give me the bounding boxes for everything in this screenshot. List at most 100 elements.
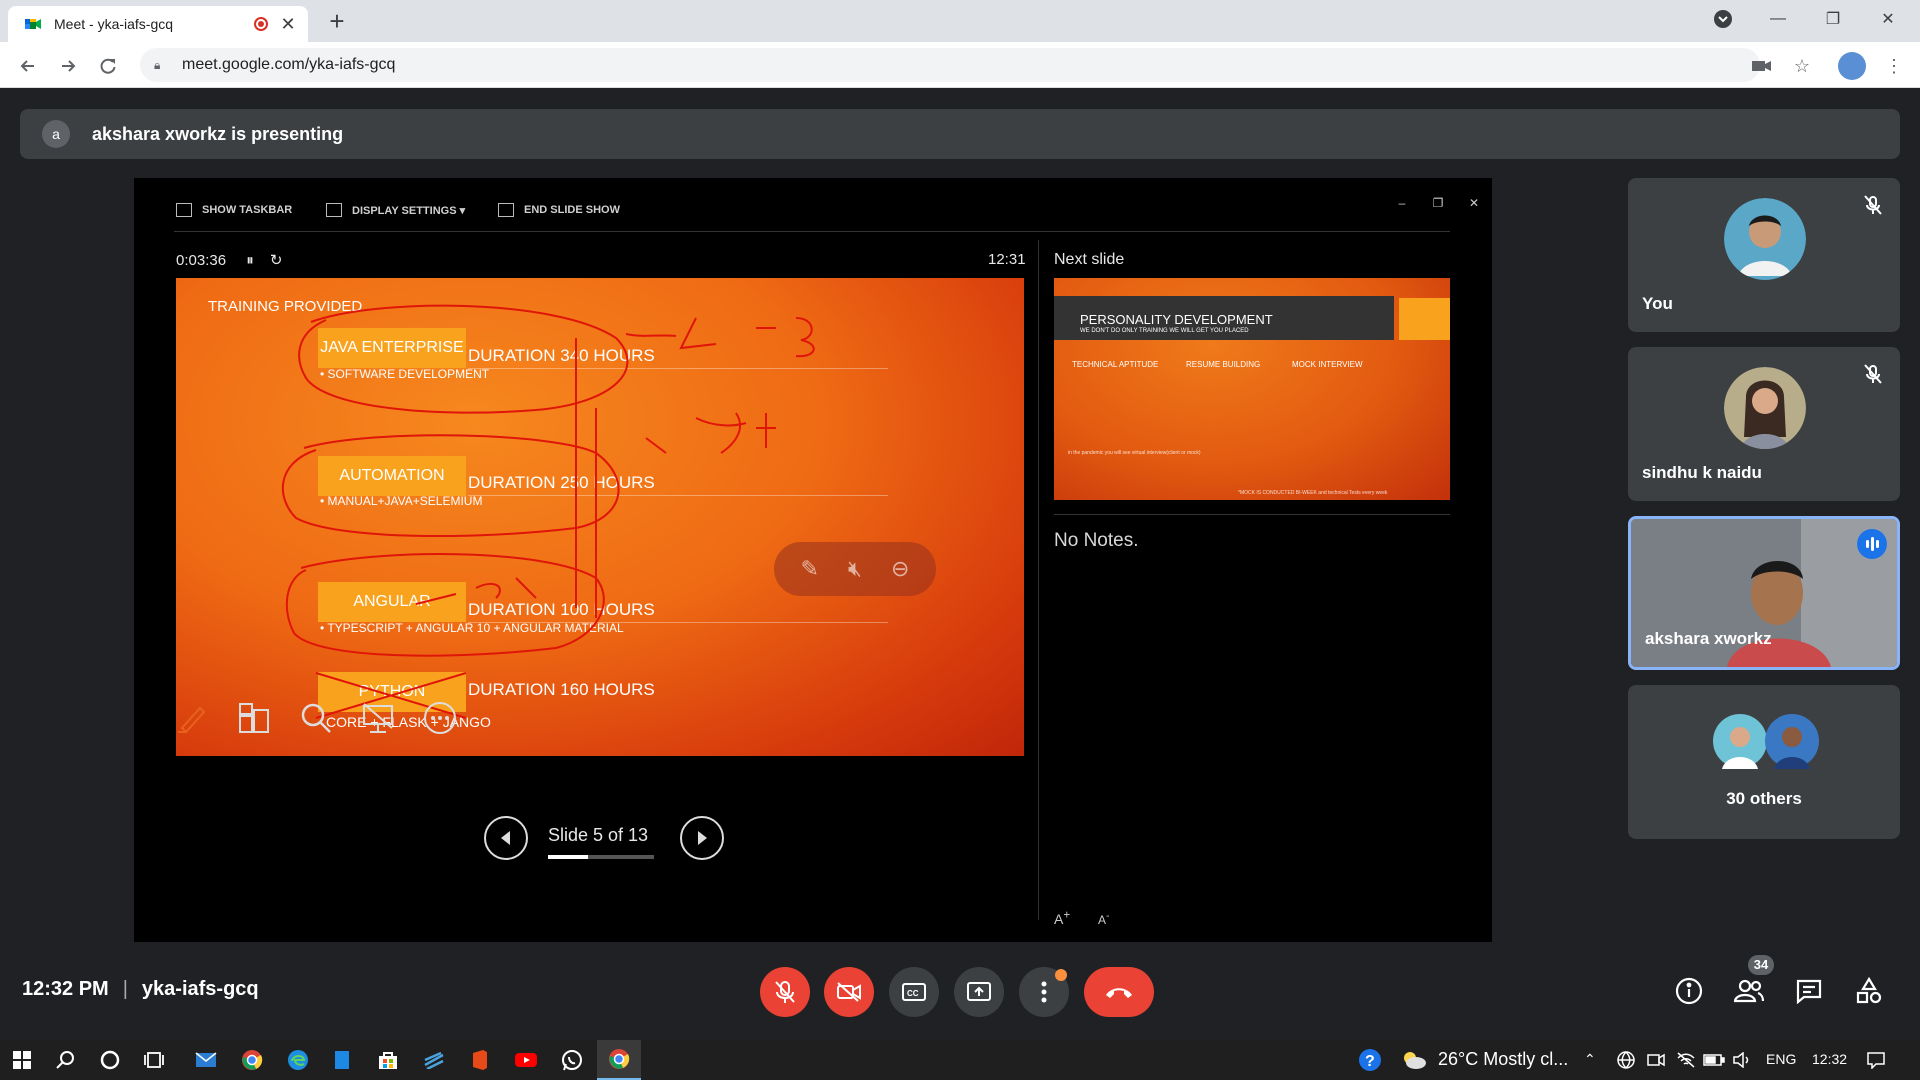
weather-icon[interactable] [1392,1040,1436,1080]
pen-off-icon[interactable]: ✎ [801,556,819,582]
browser-tab-strip: Meet - yka-iafs-gcq ✕ + — ❐ ✕ [0,0,1920,42]
volume-icon[interactable] [1720,1040,1764,1080]
next-slide-preview[interactable]: PERSONALITY DEVELOPMENT WE DON'T DO ONLY… [1054,278,1450,500]
tab-search-button[interactable] [1700,4,1746,34]
meeting-code: yka-iafs-gcq [141,978,259,1000]
bookmark-star-icon[interactable]: ☆ [1786,50,1818,82]
slide-progress-bar [548,855,654,859]
see-all-slides-icon[interactable] [234,698,274,738]
people-icon [1734,979,1764,1003]
microphone-toggle-button[interactable] [760,967,810,1017]
activities-button[interactable] [1849,971,1889,1011]
close-window-button[interactable]: ✕ [1865,4,1911,34]
info-icon [1675,977,1703,1005]
mic-off-icon [775,981,795,1003]
help-icon[interactable]: ? [1348,1040,1392,1080]
restart-timer-icon[interactable]: ↻ [270,252,283,269]
presenter-minimize-button[interactable]: – [1392,196,1412,210]
windows-start-icon[interactable] [0,1040,44,1080]
present-now-button[interactable] [954,967,1004,1017]
profile-avatar[interactable] [1836,50,1868,82]
participants-button[interactable] [1729,971,1769,1011]
search-icon[interactable] [44,1040,88,1080]
mail-icon[interactable] [184,1040,228,1080]
meeting-info-button[interactable] [1669,971,1709,1011]
participant-count-badge: 34 [1748,955,1774,975]
chrome-menu-icon[interactable]: ⋮ [1878,50,1910,82]
pen-annotations [282,304,815,719]
previous-slide-button[interactable] [484,816,528,860]
weather-text[interactable]: 26°C Mostly cl... [1438,1049,1568,1070]
language-indicator[interactable]: ENG [1766,1051,1796,1067]
camera-toggle-button[interactable] [824,967,874,1017]
back-button[interactable] [12,50,44,82]
participant-name: akshara xworkz [1645,629,1772,648]
leave-call-button[interactable] [1084,967,1154,1017]
increase-font-icon[interactable]: A+ [1054,908,1070,927]
next-slide-col3: MOCK INTERVIEW [1292,360,1363,369]
task-view-icon[interactable] [132,1040,176,1080]
forward-button[interactable] [52,50,84,82]
youtube-icon[interactable] [504,1040,548,1080]
notifications-icon[interactable] [1854,1040,1898,1080]
shapes-icon [1856,977,1882,1004]
more-options-icon[interactable] [420,698,460,738]
recording-indicator-icon [254,17,268,31]
edge-icon[interactable] [276,1040,320,1080]
store-icon[interactable] [366,1040,410,1080]
mute-audio-icon[interactable]: 🔇︎ [848,556,862,582]
whatsapp-icon[interactable] [550,1040,594,1080]
chrome-icon[interactable] [230,1040,274,1080]
restore-window-button[interactable]: ❐ [1810,4,1856,34]
camera-in-use-icon[interactable] [1746,50,1778,82]
meeting-details: 12:32 PM | yka-iafs-gcq [22,978,259,1001]
next-slide-footer: *MOCK IS CONDUCTED BI-WEEK and technical… [1238,490,1388,496]
participant-tile-akshara[interactable]: akshara xworkz [1628,516,1900,670]
avatar [1724,198,1806,280]
address-bar[interactable]: 🔒︎ meet.google.com/yka-iafs-gcq [140,48,1760,82]
reload-button[interactable] [92,50,124,82]
black-screen-icon[interactable] [358,698,398,738]
pause-icon[interactable]: ⏸︎ [246,252,254,269]
muted-mic-icon [1860,192,1886,218]
next-slide-label: Next slide [1054,251,1125,268]
show-hidden-icons-icon[interactable]: ⌃ [1584,1051,1596,1068]
cortana-icon[interactable] [88,1040,132,1080]
decrease-font-icon[interactable]: A- [1098,911,1109,927]
next-slide-button[interactable] [680,816,724,860]
minimize-window-button[interactable]: — [1755,4,1801,34]
presenter-restore-button[interactable]: ❐ [1428,196,1448,210]
taskbar-clock[interactable]: 12:32 [1812,1051,1847,1067]
browser-toolbar: 🔒︎ meet.google.com/yka-iafs-gcq ☆ ⋮ [0,42,1920,88]
chat-button[interactable] [1789,971,1829,1011]
participant-tile-sindhu[interactable]: sindhu k naidu [1628,347,1900,501]
more-vertical-icon [1041,981,1047,1003]
presenting-banner: a akshara xworkz is presenting [20,109,1900,159]
office-icon[interactable] [458,1040,502,1080]
new-tab-button[interactable]: + [322,6,352,36]
display-settings-label: DISPLAY SETTINGS ▾ [352,204,466,217]
pen-tool-icon[interactable] [172,698,212,738]
presenter-close-button[interactable]: ✕ [1464,196,1484,210]
more-options-button[interactable] [1019,967,1069,1017]
browser-tab-meet[interactable]: Meet - yka-iafs-gcq ✕ [8,6,308,42]
file-icon[interactable] [320,1040,364,1080]
show-taskbar-button[interactable]: SHOW TASKBAR [176,200,292,220]
chrome-active-icon[interactable] [597,1040,641,1080]
speaker-notes: No Notes. [1054,530,1139,551]
captions-button[interactable]: CC [889,967,939,1017]
app-icon[interactable] [412,1040,456,1080]
end-slide-show-button[interactable]: END SLIDE SHOW [498,200,620,220]
slide-counter[interactable]: Slide 5 of 13 [548,825,648,846]
minus-circle-icon[interactable]: ⊖ [891,556,909,582]
end-show-icon [498,203,514,217]
zoom-icon[interactable] [296,698,336,738]
current-slide: TRAINING PROVIDED JAVA ENTERPRISE DURATI… [176,278,1024,756]
next-slide-subtitle: WE DON'T DO ONLY TRAINING WE WILL GET YO… [1080,328,1249,334]
others-count: 30 others [1726,789,1802,808]
close-tab-icon[interactable]: ✕ [278,14,298,35]
display-settings-button[interactable]: DISPLAY SETTINGS ▾ [326,200,465,220]
participant-tile-you[interactable]: You [1628,178,1900,332]
participant-name: sindhu k naidu [1642,463,1762,482]
participant-tile-others[interactable]: 30 others [1628,685,1900,839]
